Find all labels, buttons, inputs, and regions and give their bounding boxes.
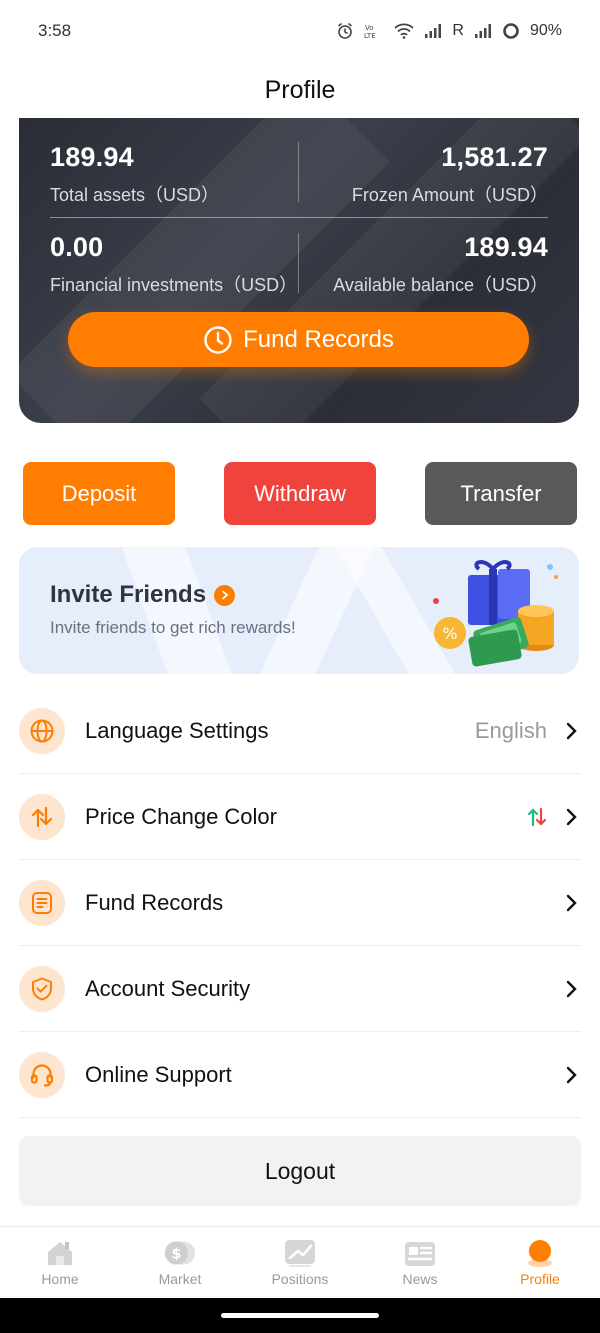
financial-investments-label: Financial investments（USD） xyxy=(50,275,298,295)
trend-chart-icon xyxy=(283,1238,317,1268)
menu-label: Online Support xyxy=(85,1061,232,1087)
shield-check-icon xyxy=(19,965,65,1012)
coin-icon: $ xyxy=(163,1238,197,1268)
frozen-amount-value: 1,581.27 xyxy=(441,142,548,172)
page-title: Profile xyxy=(264,75,336,104)
frozen-amount-label: Frozen Amount（USD） xyxy=(351,185,548,205)
menu-label: Account Security xyxy=(85,975,251,1001)
tab-label: Profile xyxy=(520,1271,560,1287)
svg-text:Vo: Vo xyxy=(365,24,374,32)
menu-label: Language Settings xyxy=(85,717,269,743)
svg-text:LTE: LTE xyxy=(364,32,376,39)
headset-icon xyxy=(19,1051,65,1098)
menu-label: Price Change Color xyxy=(85,803,277,829)
total-assets-label: Total assets（USD） xyxy=(50,185,220,205)
tab-profile[interactable]: Profile xyxy=(480,1227,600,1298)
gift-illustration-icon: % xyxy=(433,560,558,667)
tab-news[interactable]: News xyxy=(360,1227,480,1298)
swap-arrows-icon xyxy=(19,793,65,840)
signal-icon xyxy=(424,23,442,39)
menu-item-language-settings[interactable]: Language Settings English xyxy=(19,688,581,774)
tab-market[interactable]: $ Market xyxy=(120,1227,240,1298)
menu-item-fund-records[interactable]: Fund Records xyxy=(19,860,581,946)
battery-ring-icon xyxy=(502,22,520,40)
document-icon xyxy=(19,879,65,926)
status-time: 3:58 xyxy=(38,21,72,40)
invite-subtitle: Invite friends to get rich rewards! xyxy=(50,618,296,637)
total-assets: 189.94 Total assets（USD） xyxy=(50,142,219,207)
profile-icon xyxy=(523,1238,557,1268)
status-bar: 3:58 Vo LTE R 90% xyxy=(0,0,600,62)
alarm-icon xyxy=(336,22,354,40)
volte-icon: Vo LTE xyxy=(364,23,384,39)
divider xyxy=(50,217,548,218)
frozen-amount: 1,581.27 Frozen Amount（USD） xyxy=(352,142,548,207)
available-balance-label: Available balance（USD） xyxy=(333,275,548,295)
menu-label: Fund Records xyxy=(85,889,224,915)
arrow-right-icon xyxy=(214,584,236,606)
svg-text:$: $ xyxy=(171,1246,181,1262)
status-icons: Vo LTE R 90% xyxy=(336,22,562,40)
home-indicator[interactable] xyxy=(221,1313,379,1318)
total-assets-value: 189.94 xyxy=(50,142,134,172)
chevron-right-icon xyxy=(561,979,581,999)
language-value: English xyxy=(474,717,547,743)
menu-item-account-security[interactable]: Account Security xyxy=(19,946,581,1032)
invite-title: Invite Friends xyxy=(50,581,236,609)
divider xyxy=(298,142,299,202)
invite-title-text: Invite Friends xyxy=(50,581,207,608)
menu-item-price-change-color[interactable]: Price Change Color xyxy=(19,774,581,860)
home-icon xyxy=(43,1238,77,1268)
financial-investments: 0.00 Financial investments（USD） xyxy=(50,232,297,297)
bottom-tab-bar: Home $ Market Positions News Profile xyxy=(0,1226,600,1298)
transfer-button[interactable]: Transfer xyxy=(425,462,577,525)
tab-label: News xyxy=(402,1271,438,1287)
financial-investments-value: 0.00 xyxy=(50,232,104,262)
globe-icon xyxy=(19,707,65,754)
banner-decoration xyxy=(113,547,245,674)
chevron-right-icon xyxy=(561,893,581,913)
tab-label: Home xyxy=(41,1271,79,1287)
available-balance-value: 189.94 xyxy=(464,232,548,262)
tab-label: Market xyxy=(158,1271,202,1287)
price-color-indicator-icon xyxy=(527,806,547,828)
wifi-icon xyxy=(394,23,414,39)
svg-text:%: % xyxy=(442,624,457,643)
logout-button[interactable]: Logout xyxy=(19,1136,581,1206)
fund-records-button[interactable]: Fund Records xyxy=(68,312,529,367)
tab-positions[interactable]: Positions xyxy=(240,1227,360,1298)
withdraw-button[interactable]: Withdraw xyxy=(224,462,376,525)
deposit-button[interactable]: Deposit xyxy=(23,462,175,525)
system-nav-bar xyxy=(0,1298,600,1333)
chevron-right-icon xyxy=(561,721,581,741)
assets-card: 189.94 Total assets（USD） 1,581.27 Frozen… xyxy=(19,118,579,423)
clock-icon xyxy=(203,325,233,355)
tab-label: Positions xyxy=(271,1271,329,1287)
chevron-right-icon xyxy=(561,807,581,827)
chevron-right-icon xyxy=(561,1065,581,1085)
invite-friends-banner[interactable]: Invite Friends Invite friends to get ric… xyxy=(19,547,579,674)
roaming-indicator: R xyxy=(452,22,464,39)
menu-item-online-support[interactable]: Online Support xyxy=(19,1032,581,1118)
tab-home[interactable]: Home xyxy=(0,1227,120,1298)
available-balance: 189.94 Available balance（USD） xyxy=(333,232,548,297)
fund-records-button-label: Fund Records xyxy=(243,325,394,353)
divider xyxy=(298,233,299,293)
battery-level: 90% xyxy=(529,22,562,39)
signal-icon xyxy=(474,23,492,39)
newspaper-icon xyxy=(403,1238,437,1268)
